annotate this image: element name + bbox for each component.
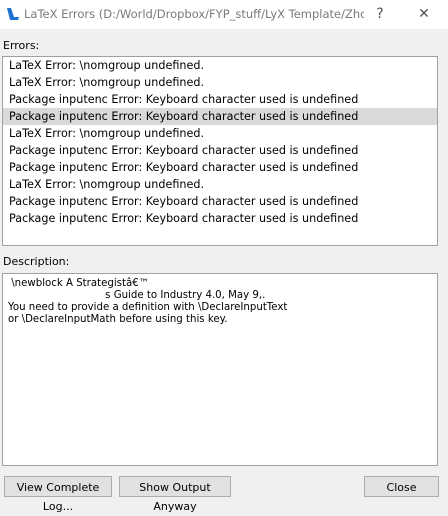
error-list-item[interactable]: Package inputenc Error: Keyboard charact… — [3, 159, 437, 176]
help-button[interactable]: ? — [368, 4, 392, 24]
window-title: LaTeX Errors (D:/World/Dropbox/FYP_stuff… — [24, 7, 364, 21]
error-list-item[interactable]: Package inputenc Error: Keyboard charact… — [3, 91, 437, 108]
title-bar: LaTeX Errors (D:/World/Dropbox/FYP_stuff… — [0, 0, 448, 29]
error-list-item[interactable]: Package inputenc Error: Keyboard charact… — [3, 193, 437, 210]
description-text-area[interactable]: \newblock A Strategistâ€™ s Guide to Ind… — [2, 273, 438, 466]
window-close-button[interactable]: ✕ — [412, 4, 436, 24]
error-list-item[interactable]: LaTeX Error: \nomgroup undefined. — [3, 125, 437, 142]
error-list-item[interactable]: Package inputenc Error: Keyboard charact… — [3, 108, 437, 125]
close-button[interactable]: Close — [364, 476, 439, 497]
error-list-item[interactable]: Package inputenc Error: Keyboard charact… — [3, 210, 437, 227]
error-list-item[interactable]: LaTeX Error: \nomgroup undefined. — [3, 176, 437, 193]
errors-label: Errors: — [3, 39, 40, 52]
description-label: Description: — [3, 255, 70, 268]
error-list-item[interactable]: LaTeX Error: \nomgroup undefined. — [3, 57, 437, 74]
errors-list[interactable]: LaTeX Error: \nomgroup undefined. LaTeX … — [2, 56, 438, 246]
show-output-anyway-button[interactable]: Show Output Anyway — [119, 476, 231, 513]
error-list-item[interactable]: LaTeX Error: \nomgroup undefined. — [3, 74, 437, 91]
lyx-app-icon — [5, 6, 21, 22]
error-list-item[interactable]: Package inputenc Error: Keyboard charact… — [3, 142, 437, 159]
view-complete-log-button[interactable]: View Complete Log... — [4, 476, 112, 513]
